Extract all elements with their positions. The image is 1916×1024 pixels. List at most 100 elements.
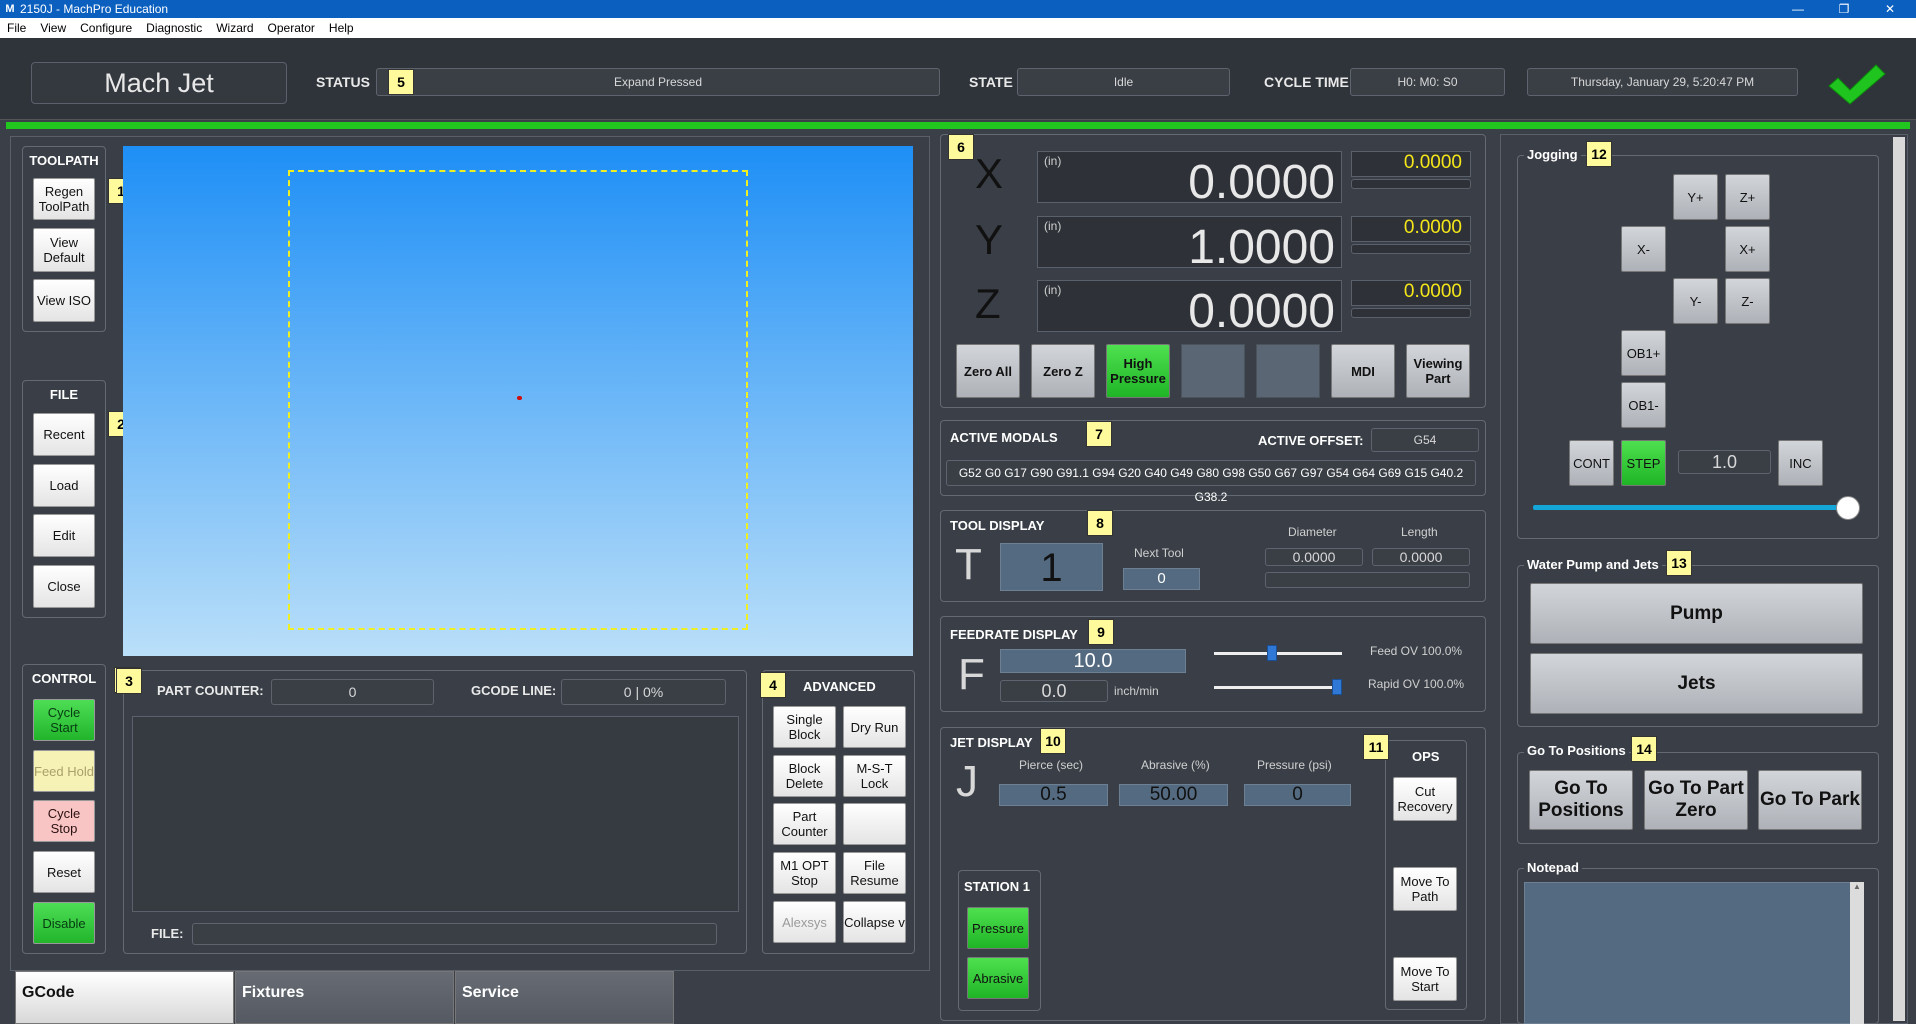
zero-all-button[interactable]: Zero All (956, 344, 1020, 398)
jet-display-title: JET DISPLAY (950, 735, 1033, 750)
feed-actual-value: 0.0 (1000, 680, 1108, 702)
jog-cont-button[interactable]: CONT (1569, 440, 1614, 486)
active-offset-value: G54 (1371, 428, 1479, 452)
jog-x-minus-button[interactable]: X- (1621, 226, 1666, 272)
block-delete-button[interactable]: Block Delete (773, 755, 836, 797)
mdi-button[interactable]: MDI (1331, 344, 1395, 398)
z-axis-letter: Z (975, 280, 1001, 327)
jets-button[interactable]: Jets (1530, 653, 1863, 714)
jet-display-tag: 10 (1040, 728, 1066, 754)
brand-logo: Mach Jet (31, 62, 287, 104)
minimize-button[interactable]: — (1775, 0, 1821, 18)
go-to-park-button[interactable]: Go To Park (1758, 770, 1862, 830)
high-pressure-button[interactable]: High Pressure (1106, 344, 1170, 398)
part-counter-button[interactable]: Part Counter (773, 803, 836, 845)
tool-position-marker (517, 396, 522, 400)
cycle-stop-button[interactable]: Cycle Stop (33, 800, 95, 842)
menu-file[interactable]: File (0, 21, 33, 35)
jog-z-minus-button[interactable]: Z- (1725, 278, 1770, 324)
disable-button[interactable]: Disable (33, 902, 95, 944)
alexsys-button[interactable]: Alexsys (773, 901, 836, 943)
jog-y-plus-button[interactable]: Y+ (1673, 174, 1718, 220)
blank-dro-button-2[interactable] (1256, 344, 1320, 398)
status-field: Expand Pressed (376, 68, 940, 96)
notepad-textarea[interactable] (1524, 882, 1864, 1024)
go-to-part-zero-button[interactable]: Go To Part Zero (1644, 770, 1748, 830)
menu-help[interactable]: Help (322, 21, 361, 35)
gcode-listing[interactable] (132, 716, 739, 912)
jog-x-plus-button[interactable]: X+ (1725, 226, 1770, 272)
view-iso-button[interactable]: View ISO (33, 279, 95, 322)
mst-lock-button[interactable]: M-S-T Lock (843, 755, 906, 797)
cut-recovery-button[interactable]: Cut Recovery (1393, 777, 1457, 821)
tab-fixtures[interactable]: Fixtures (235, 971, 454, 1024)
jog-step-button[interactable]: STEP (1621, 440, 1666, 486)
x-unit: (in) (1044, 154, 1062, 168)
jog-rate-slider[interactable] (1836, 496, 1860, 520)
menu-wizard[interactable]: Wizard (209, 21, 260, 35)
rapid-ov-slider[interactable] (1332, 679, 1342, 695)
cycle-start-button[interactable]: Cycle Start (33, 699, 95, 741)
z-dro[interactable]: (in) 0.0000 (1037, 280, 1342, 338)
file-resume-button[interactable]: File Resume (843, 852, 906, 894)
close-window-button[interactable]: ✕ (1867, 0, 1913, 18)
toolpath-viewport[interactable] (123, 146, 913, 656)
scroll-up-icon[interactable]: ▲ (1850, 882, 1864, 891)
menu-view[interactable]: View (33, 21, 73, 35)
zero-z-button[interactable]: Zero Z (1031, 344, 1095, 398)
blank-dro-button-1[interactable] (1181, 344, 1245, 398)
y-dro[interactable]: (in) 1.0000 (1037, 216, 1342, 274)
x-dro[interactable]: (in) 0.0000 (1037, 151, 1342, 209)
m1-opt-stop-button[interactable]: M1 OPT Stop (773, 852, 836, 894)
jog-z-plus-button[interactable]: Z+ (1725, 174, 1770, 220)
jet-letter: J (956, 757, 978, 806)
collapse-button[interactable]: Collapse v (843, 901, 906, 943)
blank-advanced-button[interactable] (843, 803, 906, 845)
part-counter-label: PART COUNTER: (157, 683, 264, 698)
next-tool-value: 0 (1123, 568, 1200, 590)
menu-configure[interactable]: Configure (73, 21, 139, 35)
tab-service[interactable]: Service (455, 971, 674, 1024)
jog-y-minus-button[interactable]: Y- (1673, 278, 1718, 324)
jog-ob1-minus-button[interactable]: OB1- (1621, 382, 1666, 428)
abrasive-value: 50.00 (1119, 784, 1228, 806)
load-button[interactable]: Load (33, 464, 95, 507)
file-title: FILE (49, 387, 79, 402)
diameter-value: 0.0000 (1265, 548, 1363, 566)
pierce-label: Pierce (sec) (1019, 758, 1084, 772)
dry-run-button[interactable]: Dry Run (843, 706, 906, 748)
station-abrasive-button[interactable]: Abrasive (967, 957, 1029, 999)
control-title: CONTROL (31, 671, 97, 686)
close-file-button[interactable]: Close (33, 565, 95, 608)
control-tag-2: 3 (116, 668, 142, 694)
move-to-path-button[interactable]: Move To Path (1393, 867, 1457, 911)
regen-toolpath-button[interactable]: Regen ToolPath (33, 178, 95, 220)
go-to-positions-button[interactable]: Go To Positions (1529, 770, 1633, 830)
diameter-label: Diameter (1288, 525, 1337, 539)
jog-ob1-plus-button[interactable]: OB1+ (1621, 330, 1666, 376)
viewing-part-button[interactable]: Viewing Part (1406, 344, 1470, 398)
pump-button[interactable]: Pump (1530, 583, 1863, 644)
notepad-scrollbar[interactable]: ▲ (1850, 882, 1864, 1024)
reset-button[interactable]: Reset (33, 851, 95, 893)
feed-ov-slider[interactable] (1267, 645, 1278, 661)
recent-button[interactable]: Recent (33, 413, 95, 456)
move-to-start-button[interactable]: Move To Start (1393, 957, 1457, 1001)
title-bar: M 2150J - MachPro Education — ❐ ✕ (0, 0, 1916, 18)
single-block-button[interactable]: Single Block (773, 706, 836, 748)
menu-operator[interactable]: Operator (261, 21, 322, 35)
view-default-button[interactable]: View Default (33, 228, 95, 272)
tab-gcode[interactable]: GCode (15, 971, 234, 1024)
edit-button[interactable]: Edit (33, 514, 95, 557)
station-pressure-button[interactable]: Pressure (967, 907, 1029, 949)
feed-hold-button[interactable]: Feed Hold (33, 750, 95, 792)
menu-diagnostic[interactable]: Diagnostic (139, 21, 209, 35)
feed-letter: F (958, 650, 985, 699)
right-panel-scrollbar[interactable] (1893, 137, 1905, 1021)
jog-inc-button[interactable]: INC (1778, 440, 1823, 486)
restore-button[interactable]: ❐ (1821, 0, 1867, 18)
x-offset-bar (1351, 179, 1471, 189)
rapid-ov-slider-track (1214, 686, 1342, 689)
jog-increment-value[interactable]: 1.0 (1678, 450, 1771, 474)
tool-display-tag: 8 (1087, 510, 1113, 536)
